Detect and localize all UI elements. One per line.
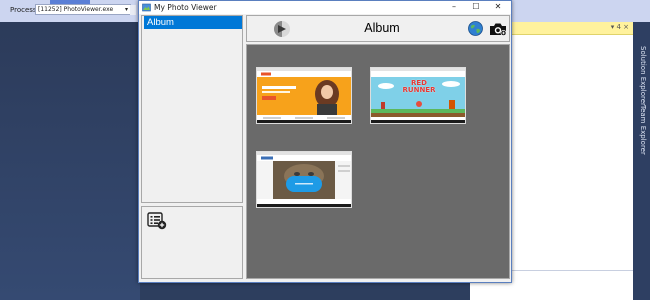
photo-viewer-window: My Photo Viewer – ☐ ✕ Album Album RED RU…: [138, 0, 512, 283]
globe-icon[interactable]: [468, 21, 483, 36]
video-screenshot-image: [257, 155, 351, 206]
doc-header-controls[interactable]: ▾ 4 ×: [611, 23, 629, 31]
website-screenshot-image: [257, 71, 351, 122]
app-icon: [142, 3, 151, 12]
back-arrow-icon[interactable]: [273, 20, 291, 38]
game-title-text: RED RUNNER: [402, 79, 436, 94]
process-select-value: [11252] PhotoViewer.exe: [38, 6, 114, 13]
photo-thumbnail[interactable]: [256, 67, 352, 124]
window-title: My Photo Viewer: [154, 3, 217, 12]
game-screenshot-image: [371, 71, 465, 122]
minimize-icon: –: [452, 2, 456, 11]
camera-icon[interactable]: [489, 22, 507, 36]
photo-gallery: RED RUNNER: [246, 44, 510, 279]
maximize-icon: ☐: [472, 2, 480, 11]
album-actions-panel: [141, 206, 243, 279]
album-list: Album: [141, 15, 243, 203]
minimize-button[interactable]: –: [443, 1, 465, 14]
close-icon: ✕: [494, 2, 502, 11]
thumbnail-taskbar: [257, 120, 351, 123]
process-select[interactable]: [11252] PhotoViewer.exe ▾: [35, 4, 131, 15]
toolbar-separator: [130, 5, 136, 15]
album-list-item-label: Album: [147, 17, 174, 28]
album-title: Album: [364, 21, 400, 35]
maximize-button[interactable]: ☐: [465, 1, 487, 14]
close-button[interactable]: ✕: [487, 1, 509, 14]
add-album-icon[interactable]: [147, 212, 167, 230]
photo-thumbnail[interactable]: [256, 151, 352, 208]
album-list-item[interactable]: Album: [144, 16, 242, 29]
chevron-down-icon: ▾: [124, 6, 128, 13]
tab-team-explorer[interactable]: Team Explorer: [636, 105, 647, 155]
thumbnail-taskbar: [257, 204, 351, 207]
tab-solution-explorer[interactable]: Solution Explorer: [636, 46, 647, 106]
album-header: Album: [246, 15, 510, 42]
thumbnail-taskbar: [371, 120, 465, 123]
title-bar[interactable]: My Photo Viewer – ☐ ✕: [139, 1, 511, 14]
ide-editor-background: [0, 22, 140, 300]
photo-thumbnail[interactable]: RED RUNNER: [370, 67, 466, 124]
